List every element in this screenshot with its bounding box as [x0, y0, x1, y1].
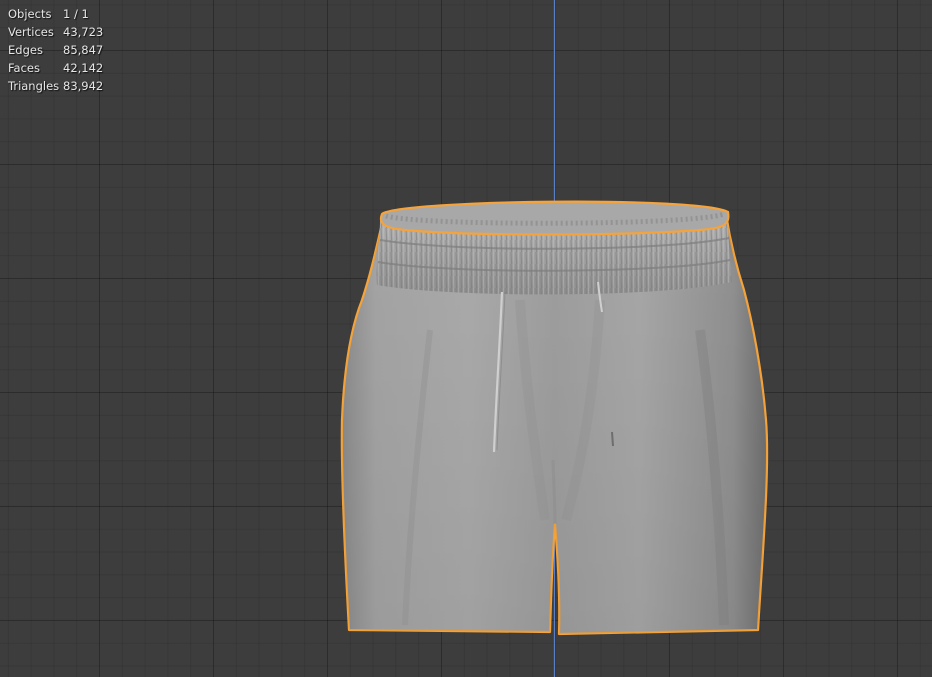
drawstring-right-tip — [611, 431, 614, 447]
shorts-mesh[interactable] — [0, 0, 932, 677]
3d-viewport[interactable]: Objects 1 / 1 Vertices 43,723 Edges 85,8… — [0, 0, 932, 677]
